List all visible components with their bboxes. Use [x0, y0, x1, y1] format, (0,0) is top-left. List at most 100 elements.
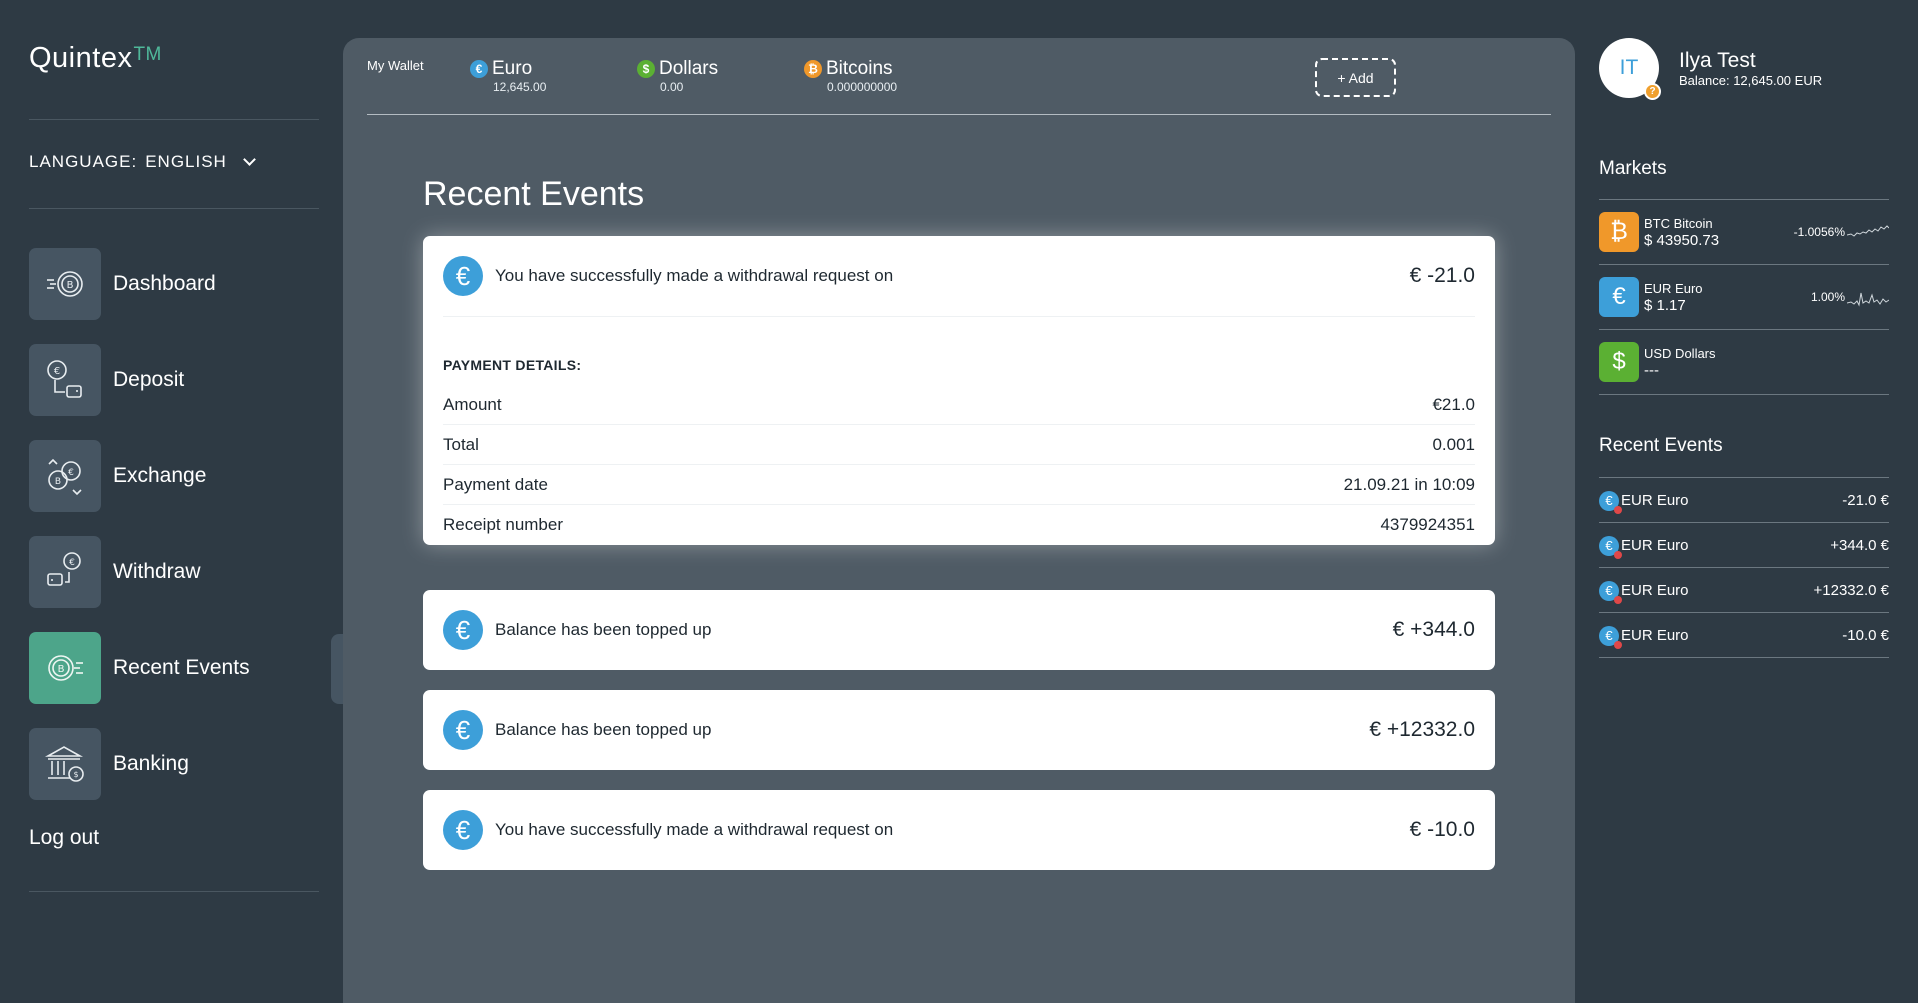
event-header[interactable]: € You have successfully made a withdrawa… — [423, 236, 1495, 316]
currency-name: Bitcoins — [826, 58, 893, 79]
brand-logo[interactable]: QuintexTM — [29, 42, 162, 75]
event-card: € Balance has been topped up € +344.0 — [423, 590, 1495, 670]
event-text: You have successfully made a withdrawal … — [495, 266, 894, 285]
sidebar-divider — [29, 891, 319, 892]
alert-dot-icon — [1614, 640, 1622, 649]
add-currency-button[interactable]: + Add — [1315, 58, 1396, 97]
question-badge-icon: ? — [1644, 83, 1661, 100]
event-amount: € +344.0 — [1392, 618, 1475, 641]
wallet-currency-bitcoins[interactable]: ₿ Bitcoins 0.000000000 — [804, 58, 897, 94]
recent-event-row[interactable]: € EUR Euro -21.0 € — [1599, 478, 1889, 523]
avatar[interactable]: IT ? — [1599, 38, 1661, 100]
sidebar: QuintexTM LANGUAGE: ENGLISH B Dashboard … — [29, 0, 319, 1003]
nav-label: Withdraw — [113, 560, 201, 583]
nav-label: Deposit — [113, 368, 185, 391]
market-name: USD Dollars — [1644, 345, 1716, 361]
page-title: Recent Events — [423, 175, 645, 213]
nav-banking[interactable]: $ Banking — [29, 728, 189, 800]
recent-events-icon: B — [29, 632, 101, 704]
bank-icon: $ — [29, 728, 101, 800]
logout-link[interactable]: Log out — [29, 826, 99, 850]
svg-text:B: B — [55, 477, 61, 487]
event-header[interactable]: € You have successfully made a withdrawa… — [423, 790, 1495, 870]
event-header[interactable]: € Balance has been topped up € +12332.0 — [423, 690, 1495, 770]
market-name: EUR Euro — [1644, 280, 1703, 296]
wallet-currency-dollars[interactable]: $ Dollars 0.00 — [637, 58, 718, 94]
recent-event-row[interactable]: € EUR Euro +344.0 € — [1599, 523, 1889, 568]
market-name: BTC Bitcoin — [1644, 215, 1713, 231]
euro-icon: € — [443, 610, 483, 650]
market-change: 1.00% — [1810, 290, 1845, 304]
sparkline-icon — [1847, 225, 1889, 237]
market-row-eur[interactable]: € EUR Euro $ 1.17 1.00% — [1599, 265, 1889, 329]
recent-event-row[interactable]: € EUR Euro +12332.0 € — [1599, 568, 1889, 613]
recent-event-amount: -10.0 € — [1842, 627, 1889, 644]
markets-title: Markets — [1599, 158, 1667, 179]
detail-row: Amount €21.0 — [443, 385, 1475, 425]
detail-label: Payment date — [443, 474, 548, 494]
nav-label: Banking — [113, 752, 189, 775]
detail-value: 4379924351 — [1380, 515, 1475, 534]
market-price: $ 43950.73 — [1644, 231, 1720, 249]
payment-details: PAYMENT DETAILS: Amount €21.0 Total 0.00… — [423, 316, 1495, 545]
currency-name: Euro — [492, 58, 533, 79]
euro-icon: € — [1599, 625, 1622, 649]
recent-event-amount: +344.0 € — [1830, 537, 1889, 554]
event-text: Balance has been topped up — [495, 720, 712, 739]
event-header[interactable]: € Balance has been topped up € +344.0 — [423, 590, 1495, 670]
detail-label: Amount — [443, 394, 502, 414]
wallet-bar: My Wallet € Euro 12,645.00 $ Dollars 0.0… — [367, 38, 1551, 115]
detail-value: €21.0 — [1432, 394, 1475, 414]
event-text: Balance has been topped up — [495, 620, 712, 639]
nav-exchange[interactable]: B € Exchange — [29, 440, 206, 512]
chevron-down-icon — [242, 153, 256, 166]
svg-text:€: € — [54, 366, 60, 377]
detail-label: Receipt number — [443, 515, 564, 534]
nav-label: Dashboard — [113, 272, 216, 295]
nav-deposit[interactable]: € Deposit — [29, 344, 184, 416]
market-change: -1.0056% — [1793, 225, 1845, 239]
market-row-usd[interactable]: $ USD Dollars --- — [1599, 330, 1889, 394]
language-selector[interactable]: LANGUAGE: ENGLISH — [29, 152, 256, 172]
bitcoin-icon: ₿ — [1599, 212, 1639, 252]
alert-dot-icon — [1614, 550, 1622, 559]
wallet-currency-euro[interactable]: € Euro 12,645.00 — [470, 58, 546, 94]
svg-text:B: B — [58, 664, 65, 675]
euro-icon: € — [443, 710, 483, 750]
recent-event-label: EUR Euro — [1621, 537, 1689, 554]
recent-event-row[interactable]: € EUR Euro -10.0 € — [1599, 613, 1889, 658]
recent-event-label: EUR Euro — [1621, 582, 1689, 599]
detail-row: Receipt number 4379924351 — [443, 505, 1475, 545]
event-amount: € -10.0 — [1409, 818, 1475, 841]
nav-dashboard[interactable]: B Dashboard — [29, 248, 216, 320]
language-value: ENGLISH — [145, 152, 227, 171]
euro-coin-icon: € — [470, 60, 488, 78]
detail-value: 0.001 — [1432, 434, 1475, 454]
sparkline-icon — [1847, 292, 1889, 307]
detail-value: 21.09.21 in 10:09 — [1343, 474, 1475, 494]
svg-text:€: € — [69, 558, 75, 568]
event-card: € You have successfully made a withdrawa… — [423, 790, 1495, 870]
nav-recent-events[interactable]: B Recent Events — [29, 632, 250, 704]
brand-name: Quintex — [29, 42, 133, 74]
svg-text:€: € — [68, 468, 74, 478]
language-label: LANGUAGE: — [29, 152, 138, 171]
detail-row: Total 0.001 — [443, 425, 1475, 465]
avatar-initials: IT — [1619, 56, 1639, 79]
recent-events-divider — [1599, 657, 1889, 658]
nav-withdraw[interactable]: € Withdraw — [29, 536, 201, 608]
details-divider — [443, 316, 1475, 317]
details-title: PAYMENT DETAILS: — [443, 357, 582, 373]
bitcoin-coin-icon: ₿ — [804, 60, 822, 78]
recent-event-label: EUR Euro — [1621, 492, 1689, 509]
euro-icon: € — [1599, 580, 1622, 604]
event-card: € You have successfully made a withdrawa… — [423, 236, 1495, 545]
bitcoin-speed-icon: B — [29, 248, 101, 320]
main-panel: My Wallet € Euro 12,645.00 $ Dollars 0.0… — [343, 38, 1575, 1003]
event-amount: € +12332.0 — [1369, 718, 1475, 741]
wallet-title: My Wallet — [367, 58, 424, 73]
market-row-btc[interactable]: ₿ BTC Bitcoin $ 43950.73 -1.0056% — [1599, 200, 1889, 264]
recent-event-amount: -21.0 € — [1842, 492, 1889, 509]
user-balance: Balance: 12,645.00 EUR — [1679, 73, 1823, 88]
user-name: Ilya Test — [1679, 49, 1756, 72]
